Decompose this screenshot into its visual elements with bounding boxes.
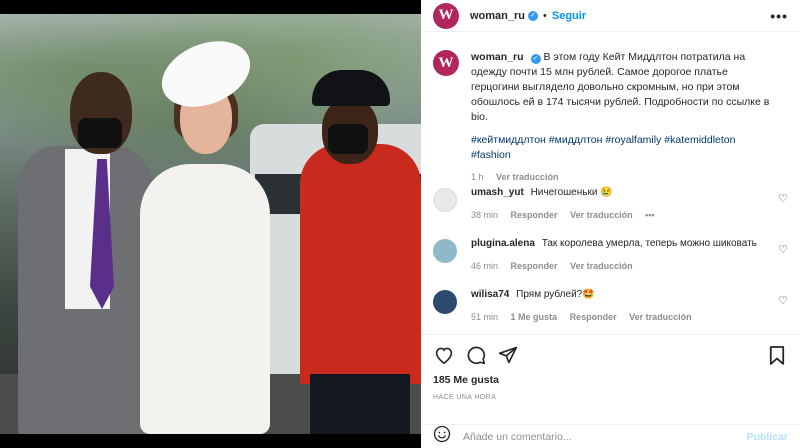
bookmark-icon[interactable] (766, 344, 788, 366)
verified-badge-icon: ✓ (530, 54, 541, 64)
heart-icon[interactable] (433, 344, 455, 366)
comment-translation-link[interactable]: Ver traducción (570, 210, 633, 220)
caption-text: woman_ru ✓ В этом году Кейт Миддлтон потр… (471, 50, 771, 125)
add-comment-bar: Publicar (421, 424, 800, 448)
comment-like-heart-icon[interactable]: ♡ (778, 294, 788, 307)
caption-avatar[interactable]: W (433, 50, 459, 76)
photo-officer (300, 144, 421, 384)
photo-officer-mask (328, 124, 368, 154)
likes-count[interactable]: 185 Me gusta (433, 374, 499, 386)
comment-like-heart-icon[interactable]: ♡ (778, 192, 788, 205)
caption-time: 1 h (471, 172, 484, 182)
comment-text: Так королева умерла, теперь можно шикова… (541, 238, 757, 249)
comment-more-icon[interactable]: ••• (645, 210, 654, 220)
comment-meta: 38 min Responder Ver traducción ••• (471, 208, 761, 222)
comment-body: wilisa74 Прям рублей?🤩 51 min 1 Me gusta… (471, 288, 761, 324)
comment-translation-link[interactable]: Ver traducción (570, 261, 633, 271)
comment-translation-link[interactable]: Ver traducción (629, 312, 692, 322)
verified-badge-icon: ✓ (528, 10, 539, 21)
caption-meta: 1 h Ver traducción (471, 170, 771, 185)
separator-dot: • (543, 9, 547, 22)
comment-text: Ничегошеньки 😢 (530, 187, 613, 198)
caption-username[interactable]: woman_ru (471, 51, 524, 63)
comment-icon[interactable] (465, 344, 487, 366)
comment-body: umash_yut Ничегошеньки 😢 38 min Responde… (471, 186, 761, 222)
comment-reply-button[interactable]: Responder (570, 312, 617, 322)
caption-body: woman_ru ✓ В этом году Кейт Миддлтон потр… (471, 50, 771, 185)
share-icon[interactable] (497, 344, 519, 366)
comment-avatar[interactable] (433, 239, 457, 263)
comment-time: 51 min (471, 312, 499, 322)
avatar[interactable]: W (433, 2, 459, 29)
comment-meta: 46 min Responder Ver traducción (471, 259, 761, 273)
more-options-icon[interactable]: ••• (770, 8, 788, 24)
post-actions-bar (421, 334, 800, 374)
post-time-ago: HACE UNA HORA (433, 394, 497, 401)
comment-text: Прям рублей?🤩 (516, 289, 595, 300)
post-media[interactable] (0, 0, 421, 448)
post-caption: W woman_ru ✓ В этом году Кейт Миддлтон по… (421, 44, 800, 185)
follow-button[interactable]: Seguir (552, 10, 586, 22)
post-photo (0, 14, 421, 434)
comment-reply-button[interactable]: Responder (511, 210, 558, 220)
comment-avatar[interactable] (433, 188, 457, 212)
comment-item: wilisa74 Прям рублей?🤩 51 min 1 Me gusta… (421, 288, 800, 324)
comment-meta: 51 min 1 Me gusta Responder Ver traducci… (471, 310, 761, 324)
comment-username[interactable]: wilisa74 (471, 289, 509, 300)
comment-item: plugina.alena Так королева умерла, тепер… (421, 237, 800, 273)
publish-button[interactable]: Publicar (747, 431, 788, 443)
comment-avatar[interactable] (433, 290, 457, 314)
photo-officer-cap (312, 70, 390, 106)
post-header: W woman_ru ✓ • Seguir ••• (421, 0, 800, 32)
photo-officer-legs (310, 374, 410, 434)
comment-item: umash_yut Ничегошеньки 😢 38 min Responde… (421, 186, 800, 222)
comment-username[interactable]: umash_yut (471, 187, 524, 198)
photo-man-mask (78, 118, 122, 148)
comment-likes-count[interactable]: 1 Me gusta (511, 312, 558, 322)
comment-time: 38 min (471, 210, 499, 220)
photo-white-dress (140, 164, 270, 434)
comment-like-heart-icon[interactable]: ♡ (778, 243, 788, 256)
header-username[interactable]: woman_ru (470, 10, 525, 22)
comment-time: 46 min (471, 261, 499, 271)
emoji-icon[interactable] (433, 425, 451, 448)
comments-list[interactable]: W woman_ru ✓ В этом году Кейт Миддлтон по… (421, 44, 800, 330)
post-side-panel: W woman_ru ✓ • Seguir ••• W woman_ru ✓ В … (421, 0, 800, 448)
comment-body: plugina.alena Так королева умерла, тепер… (471, 237, 761, 273)
caption-hashtags[interactable]: #кейтмиддлтон #миддлтон #royalfamily #ka… (471, 133, 771, 163)
caption-translation-link[interactable]: Ver traducción (496, 172, 559, 182)
comment-username[interactable]: plugina.alena (471, 238, 535, 249)
comment-reply-button[interactable]: Responder (511, 261, 558, 271)
comment-input[interactable] (463, 430, 747, 443)
